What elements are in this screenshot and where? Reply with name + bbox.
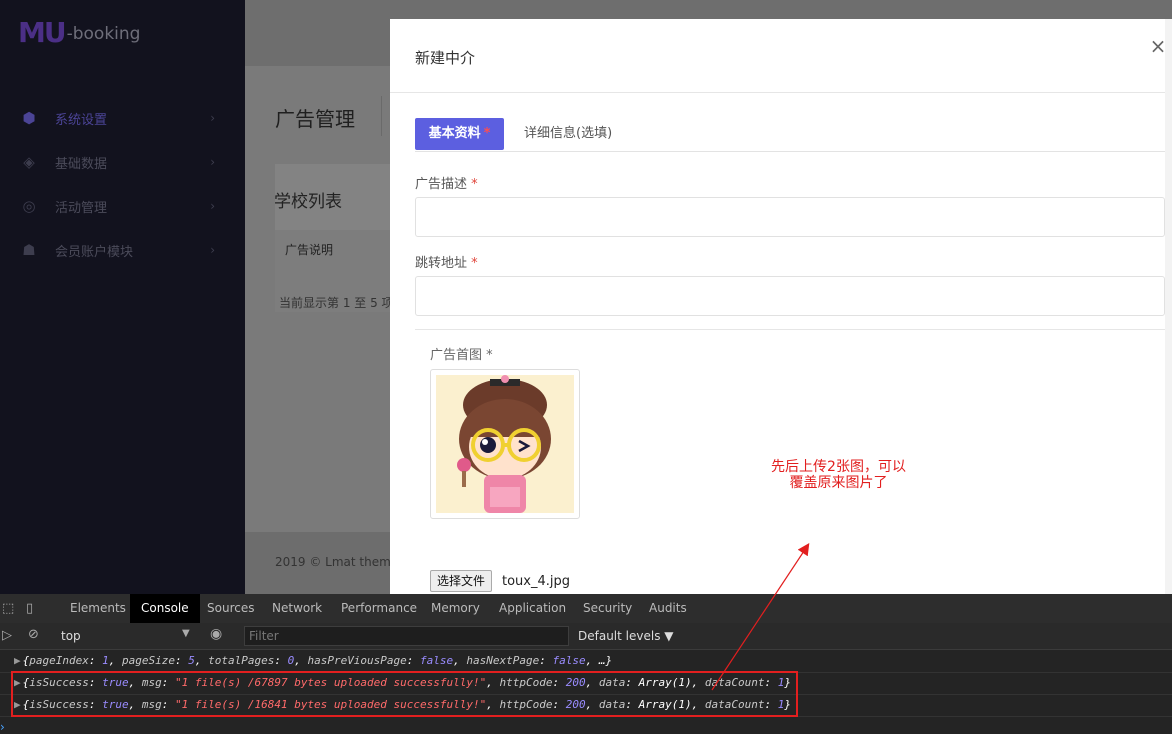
annotation-arrow xyxy=(711,542,810,691)
